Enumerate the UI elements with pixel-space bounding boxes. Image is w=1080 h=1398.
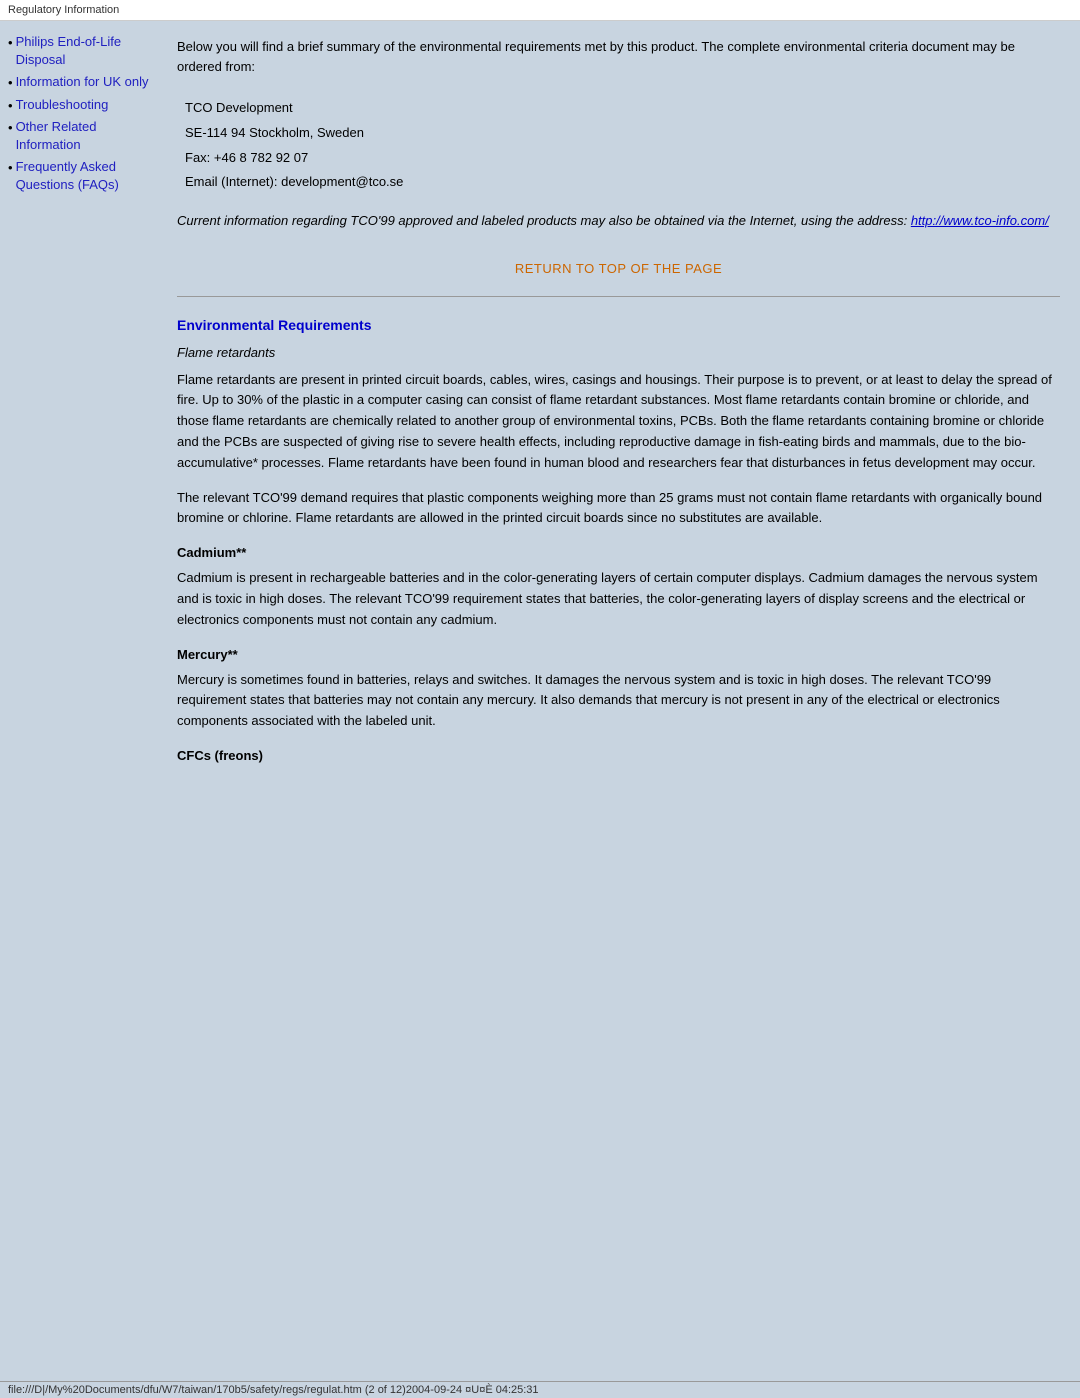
sidebar-item-troubleshooting[interactable]: • Troubleshooting [8,96,157,114]
sidebar-nav: • Philips End-of-Life Disposal • Informa… [8,33,157,195]
content-area: Below you will find a brief summary of t… [165,21,1080,1381]
mercury-heading: Mercury** [177,647,1060,662]
top-bar-title: Regulatory Information [8,4,119,16]
return-link-anchor[interactable]: RETURN TO TOP OF THE PAGE [515,261,722,276]
italic-note-text: Current information regarding TCO'99 app… [177,213,911,228]
main-layout: • Philips End-of-Life Disposal • Informa… [0,21,1080,1381]
sidebar-link-philips[interactable]: Philips End-of-Life Disposal [16,33,157,69]
cfcs-heading: CFCs (freons) [177,748,1060,763]
sidebar-item-other[interactable]: • Other Related Information [8,118,157,154]
flame-heading: Flame retardants [177,345,1060,360]
flame-p2: The relevant TCO'99 demand requires that… [177,488,1060,530]
address-line-3: Fax: +46 8 782 92 07 [185,146,1052,171]
sidebar-link-other[interactable]: Other Related Information [16,118,157,154]
intro-text: Below you will find a brief summary of t… [177,37,1060,76]
sidebar-item-uk[interactable]: • Information for UK only [8,73,157,91]
address-line-2: SE-114 94 Stockholm, Sweden [185,121,1052,146]
return-to-top[interactable]: RETURN TO TOP OF THE PAGE [177,261,1060,276]
bullet-dot-2: • [8,75,13,90]
status-bar-text: file:///D|/My%20Documents/dfu/W7/taiwan/… [8,1384,539,1396]
sidebar-link-troubleshooting[interactable]: Troubleshooting [16,96,109,114]
sidebar-item-faq[interactable]: • Frequently Asked Questions (FAQs) [8,158,157,194]
bullet-dot-5: • [8,160,13,175]
cadmium-text: Cadmium is present in rechargeable batte… [177,568,1060,630]
section-divider [177,296,1060,297]
address-line-4: Email (Internet): development@tco.se [185,170,1052,195]
sidebar: • Philips End-of-Life Disposal • Informa… [0,21,165,1381]
env-requirements-title: Environmental Requirements [177,317,1060,333]
bullet-dot-3: • [8,98,13,113]
status-bar: file:///D|/My%20Documents/dfu/W7/taiwan/… [0,1381,1080,1398]
address-line-1: TCO Development [185,96,1052,121]
address-block: TCO Development SE-114 94 Stockholm, Swe… [177,92,1060,199]
cadmium-heading: Cadmium** [177,545,1060,560]
tco-link[interactable]: http://www.tco-info.com/ [911,213,1049,228]
sidebar-item-philips[interactable]: • Philips End-of-Life Disposal [8,33,157,69]
flame-p1: Flame retardants are present in printed … [177,370,1060,474]
sidebar-link-faq[interactable]: Frequently Asked Questions (FAQs) [16,158,157,194]
mercury-text: Mercury is sometimes found in batteries,… [177,670,1060,732]
bullet-dot: • [8,35,13,50]
sidebar-link-uk[interactable]: Information for UK only [16,73,149,91]
top-bar: Regulatory Information [0,0,1080,21]
italic-note: Current information regarding TCO'99 app… [177,211,1060,231]
bullet-dot-4: • [8,120,13,135]
